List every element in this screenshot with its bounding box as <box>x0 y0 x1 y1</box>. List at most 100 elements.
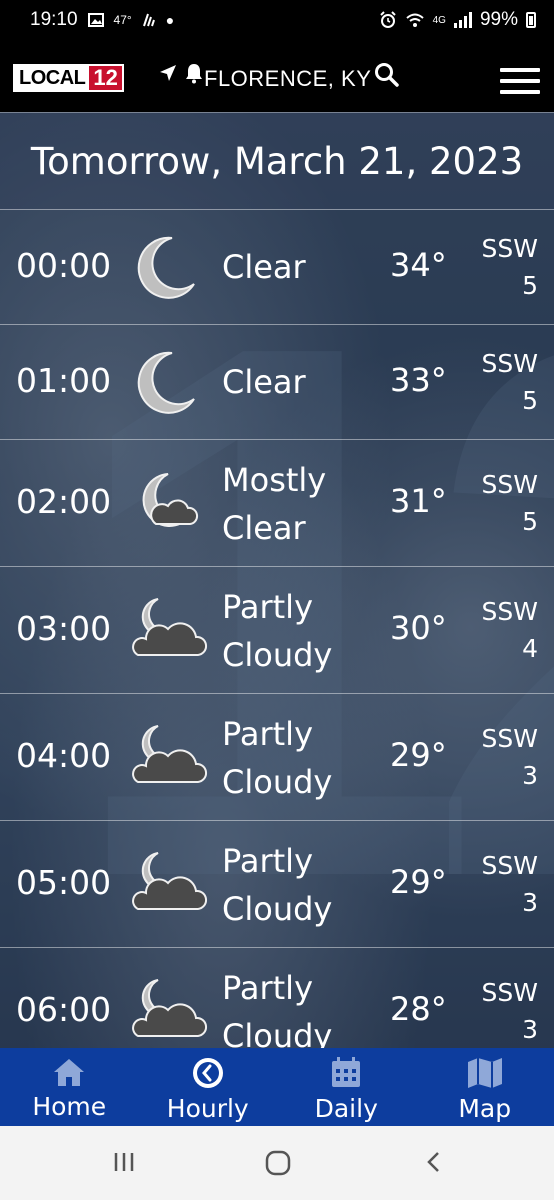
moon-cloud-icon <box>132 852 207 910</box>
condition-text: Partly Cloudy <box>222 583 332 679</box>
condition-text: Clear <box>222 363 306 401</box>
calendar-icon <box>332 1057 361 1087</box>
logo-number: 12 <box>89 66 122 90</box>
temperature: 30° <box>390 609 447 647</box>
condition-text: Partly Cloudy <box>222 710 332 806</box>
home-button-icon[interactable] <box>265 1150 291 1176</box>
hour-row[interactable]: 05:00 Partly Cloudy 29° SSW 3 <box>0 821 554 948</box>
system-nav-bar <box>0 1126 554 1200</box>
wind-direction: SSW <box>481 349 538 378</box>
hour-row[interactable]: 00:00 Clear 34° SSW 5 <box>0 210 554 325</box>
condition-line-2: Cloudy <box>222 1017 333 1048</box>
app-notification-icon <box>142 13 155 27</box>
temperature: 34° <box>390 246 447 284</box>
local12-logo[interactable]: LOCAL 12 <box>13 64 124 92</box>
moon-icon <box>137 236 195 299</box>
battery-percent: 99% <box>479 9 518 30</box>
nav-home[interactable]: Home <box>0 1048 139 1126</box>
home-icon <box>54 1059 85 1086</box>
wind-speed: 3 <box>522 1015 538 1044</box>
wind-speed: 5 <box>522 507 538 536</box>
wifi-icon <box>405 13 424 27</box>
wind-speed: 4 <box>522 634 538 663</box>
nav-label: Home <box>32 1092 107 1121</box>
wind-direction: SSW <box>481 234 538 263</box>
wind-speed: 5 <box>522 386 538 415</box>
wind-direction: SSW <box>481 851 538 880</box>
dot-icon: ● <box>165 12 175 28</box>
hour-row[interactable]: 04:00 Partly Cloudy 29° SSW 3 <box>0 694 554 821</box>
network-type: 4G <box>432 14 446 26</box>
status-bar: 19:10 47° ● 4G 99% <box>0 0 554 42</box>
hourly-forecast-panel[interactable]: 12 Tomorrow, March 21, 2023 00:00 Clear … <box>0 112 554 1048</box>
condition-line-2: Cloudy <box>222 890 333 928</box>
clock-icon <box>192 1058 223 1088</box>
moon-cloud-icon <box>132 979 207 1037</box>
temperature: 29° <box>390 736 447 774</box>
condition-text: Mostly Clear <box>222 456 326 552</box>
temperature: 31° <box>390 482 447 520</box>
condition-line-1: Partly <box>222 588 313 626</box>
alarm-icon <box>379 11 396 28</box>
hour-row[interactable]: 06:00 Partly Cloudy 28° SSW 3 <box>0 948 554 1048</box>
hour-time: 01:00 <box>16 361 112 400</box>
wind-info: SSW 3 <box>468 974 538 1048</box>
nav-map[interactable]: Map <box>416 1048 554 1126</box>
signal-icon <box>453 12 472 28</box>
nav-label: Daily <box>314 1094 378 1123</box>
hour-time: 03:00 <box>16 609 112 648</box>
recent-apps-icon[interactable] <box>112 1150 136 1174</box>
wind-direction: SSW <box>481 597 538 626</box>
condition-line-2: Clear <box>222 509 306 547</box>
moon-cloud-icon <box>132 598 207 656</box>
temperature: 28° <box>390 990 447 1028</box>
wind-info: SSW 5 <box>468 230 538 304</box>
wind-speed: 3 <box>522 888 538 917</box>
nav-label: Hourly <box>166 1094 249 1123</box>
wind-info: SSW 5 <box>468 466 538 540</box>
hamburger-menu-icon[interactable] <box>500 68 540 94</box>
search-icon[interactable] <box>374 62 400 88</box>
image-icon <box>87 13 104 27</box>
nav-daily[interactable]: Daily <box>277 1048 416 1126</box>
status-temp: 47° <box>113 13 132 27</box>
nav-label: Map <box>458 1094 512 1123</box>
nav-hourly[interactable]: Hourly <box>139 1048 278 1126</box>
moon-small-cloud-icon <box>142 473 199 527</box>
condition-line-1: Partly <box>222 715 313 753</box>
back-icon[interactable] <box>424 1150 444 1174</box>
condition-text: Partly Cloudy <box>222 964 332 1048</box>
temperature: 29° <box>390 863 447 901</box>
condition-text: Clear <box>222 248 306 286</box>
moon-icon <box>137 351 195 414</box>
bell-icon[interactable] <box>184 62 204 84</box>
hour-time: 00:00 <box>16 246 112 285</box>
wind-info: SSW 4 <box>468 593 538 667</box>
moon-cloud-icon <box>132 725 207 783</box>
wind-direction: SSW <box>481 470 538 499</box>
condition-line-1: Mostly <box>222 461 327 499</box>
map-icon <box>467 1058 502 1088</box>
condition-line-1: Partly <box>222 969 313 1007</box>
condition-text: Partly Cloudy <box>222 837 332 933</box>
wind-info: SSW 3 <box>468 720 538 794</box>
location-label[interactable]: FLORENCE, KY <box>204 66 371 92</box>
location-arrow-icon[interactable] <box>158 63 178 83</box>
hour-time: 04:00 <box>16 736 112 775</box>
wind-speed: 5 <box>522 271 538 300</box>
hour-row[interactable]: 02:00 Mostly Clear 31° SSW 5 <box>0 440 554 567</box>
hour-row[interactable]: 03:00 Partly Cloudy 30° SSW 4 <box>0 567 554 694</box>
hourly-list[interactable]: 00:00 Clear 34° SSW 5 01:00 Clear 33° SS… <box>0 210 554 1048</box>
hour-time: 06:00 <box>16 990 112 1029</box>
battery-icon <box>526 12 536 28</box>
wind-direction: SSW <box>481 978 538 1007</box>
wind-direction: SSW <box>481 724 538 753</box>
hour-time: 05:00 <box>16 863 112 902</box>
condition-line-2: Cloudy <box>222 636 333 674</box>
app-header: LOCAL 12 FLORENCE, KY <box>0 42 554 112</box>
logo-text: LOCAL <box>15 66 90 90</box>
wind-info: SSW 3 <box>468 847 538 921</box>
hour-row[interactable]: 01:00 Clear 33° SSW 5 <box>0 325 554 440</box>
hour-time: 02:00 <box>16 482 112 521</box>
date-title: Tomorrow, March 21, 2023 <box>0 112 554 210</box>
